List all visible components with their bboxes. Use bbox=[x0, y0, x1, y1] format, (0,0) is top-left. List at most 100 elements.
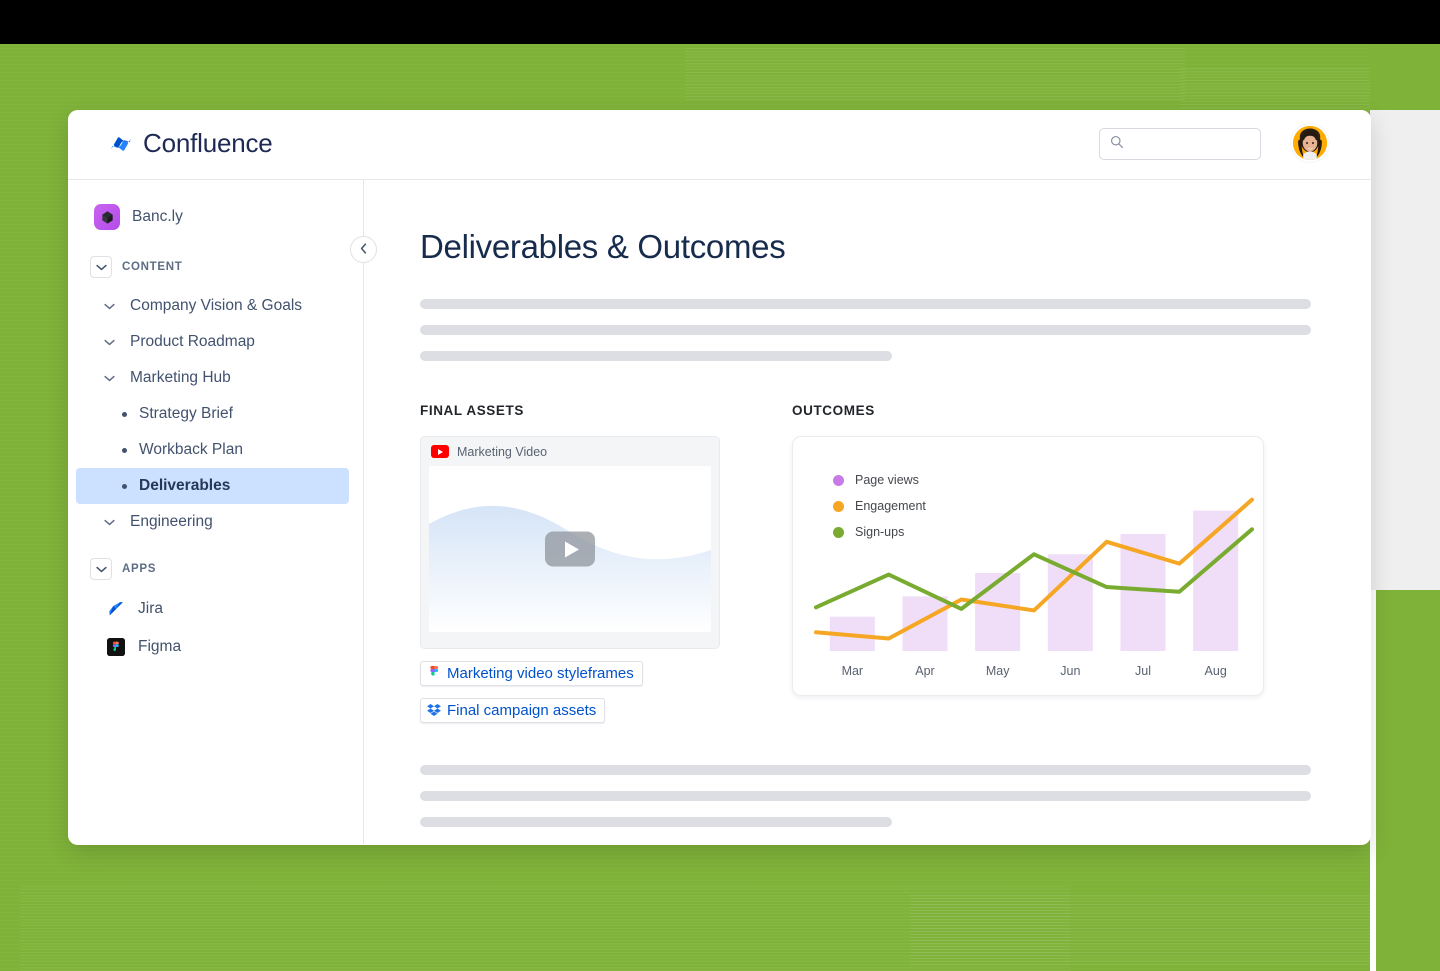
search-input[interactable] bbox=[1130, 136, 1250, 152]
content-columns: FINAL ASSETS Marketing Video Marketing v… bbox=[420, 403, 1311, 723]
legend-swatch bbox=[833, 500, 844, 512]
skeleton-line bbox=[420, 351, 893, 361]
chart-x-tick-label: Apr bbox=[915, 664, 934, 678]
bullet-icon bbox=[122, 483, 127, 489]
link-chip-final-campaign-assets[interactable]: Final campaign assets bbox=[420, 698, 606, 723]
sidebar-item-deliverables[interactable]: Deliverables bbox=[76, 468, 349, 504]
chevron-down-icon[interactable] bbox=[98, 375, 120, 382]
link-chip-marketing-video-styleframes[interactable]: Marketing video styleframes bbox=[420, 661, 643, 686]
final-assets-heading: FINAL ASSETS bbox=[420, 403, 524, 418]
chart-x-tick-label: Jul bbox=[1135, 664, 1151, 678]
background-green-corner bbox=[1376, 590, 1440, 971]
chevron-left-icon bbox=[360, 241, 367, 259]
sidebar-item-workback-plan[interactable]: Workback Plan bbox=[76, 432, 349, 468]
sidebar: Banc.ly CONTENT Company Vision & Goals P… bbox=[68, 180, 377, 844]
sidebar-space-label: Banc.ly bbox=[132, 208, 183, 225]
skeleton-line bbox=[420, 791, 1311, 801]
sidebar-item-marketing-hub[interactable]: Marketing Hub bbox=[76, 360, 349, 396]
outro-skeleton-text bbox=[420, 765, 1311, 827]
background-accent-block-d bbox=[910, 895, 1370, 965]
chart-legend: Page views Engagement Sign-ups bbox=[833, 473, 926, 551]
sidebar-section-apps[interactable]: APPS bbox=[68, 548, 363, 590]
video-title: Marketing Video bbox=[457, 444, 548, 459]
skeleton-line bbox=[420, 765, 1311, 775]
intro-skeleton-text bbox=[420, 299, 1311, 361]
video-thumbnail[interactable] bbox=[429, 466, 711, 632]
search-icon bbox=[1110, 135, 1124, 154]
chart-x-tick-label: Mar bbox=[842, 664, 864, 678]
link-chip-label: Final campaign assets bbox=[447, 702, 597, 719]
sidebar-collapse-button[interactable] bbox=[350, 236, 377, 263]
background-right-strip bbox=[1370, 44, 1440, 110]
outcomes-heading: OUTCOMES bbox=[792, 403, 875, 418]
legend-label: Engagement bbox=[855, 499, 926, 513]
sidebar-item-jira[interactable]: Jira bbox=[76, 590, 349, 628]
chart-bar bbox=[975, 573, 1021, 651]
link-chip-label: Marketing video styleframes bbox=[447, 665, 634, 682]
app-topbar: Confluence bbox=[68, 110, 1371, 180]
figma-icon bbox=[106, 637, 126, 657]
sidebar-item-label: Product Roadmap bbox=[130, 333, 255, 350]
legend-item-signups: Sign-ups bbox=[833, 525, 926, 539]
avatar[interactable] bbox=[1291, 124, 1329, 162]
sidebar-item-engineering[interactable]: Engineering bbox=[76, 504, 349, 540]
page-title: Deliverables & Outcomes bbox=[420, 228, 786, 265]
sidebar-item-label: Deliverables bbox=[139, 477, 231, 494]
chart-bar bbox=[902, 596, 948, 651]
final-assets-column: FINAL ASSETS Marketing Video Marketing v… bbox=[420, 403, 720, 723]
figma-icon bbox=[427, 666, 441, 682]
sidebar-item-company-vision-goals[interactable]: Company Vision & Goals bbox=[76, 288, 349, 324]
play-icon[interactable] bbox=[545, 531, 595, 567]
chevron-down-icon[interactable] bbox=[90, 256, 112, 278]
video-embed-card[interactable]: Marketing Video bbox=[420, 436, 720, 649]
sidebar-item-product-roadmap[interactable]: Product Roadmap bbox=[76, 324, 349, 360]
app-body: Banc.ly CONTENT Company Vision & Goals P… bbox=[68, 180, 1371, 844]
outcomes-chart-card: Page views Engagement Sign-ups Mar Apr M… bbox=[792, 436, 1264, 696]
legend-swatch bbox=[833, 526, 844, 538]
bullet-icon bbox=[122, 411, 127, 417]
chevron-down-icon[interactable] bbox=[98, 303, 120, 310]
background-gray-panel bbox=[1370, 110, 1440, 590]
skeleton-line bbox=[420, 325, 1311, 335]
legend-item-engagement: Engagement bbox=[833, 499, 926, 513]
top-black-bar bbox=[0, 0, 1440, 44]
legend-label: Page views bbox=[855, 473, 919, 487]
search-box[interactable] bbox=[1099, 128, 1261, 160]
sidebar-section-content[interactable]: CONTENT bbox=[68, 246, 363, 288]
page-content: Deliverables & Outcomes FINAL ASSETS Mar… bbox=[364, 180, 1371, 844]
sidebar-item-figma[interactable]: Figma bbox=[76, 628, 349, 666]
jira-icon bbox=[106, 599, 126, 619]
legend-swatch bbox=[833, 474, 844, 486]
video-card-header: Marketing Video bbox=[421, 437, 719, 466]
legend-item-page-views: Page views bbox=[833, 473, 926, 487]
sidebar-item-strategy-brief[interactable]: Strategy Brief bbox=[76, 396, 349, 432]
skeleton-line bbox=[420, 299, 1311, 309]
skeleton-line bbox=[420, 817, 893, 827]
app-name: Confluence bbox=[143, 128, 273, 158]
chart-x-tick-label: Aug bbox=[1205, 664, 1227, 678]
legend-label: Sign-ups bbox=[855, 525, 905, 539]
outcomes-column: OUTCOMES Page views Engagement Sign-ups … bbox=[792, 403, 1311, 723]
app-window: Confluence Banc.ly CONTENT Company Visio… bbox=[68, 110, 1371, 845]
background-accent-block-a bbox=[685, 48, 1185, 100]
sidebar-item-label: Marketing Hub bbox=[130, 369, 231, 386]
sidebar-space[interactable]: Banc.ly bbox=[68, 196, 363, 238]
chevron-down-icon[interactable] bbox=[90, 558, 112, 580]
youtube-icon bbox=[431, 445, 449, 458]
sidebar-section-apps-label: APPS bbox=[122, 563, 157, 575]
chevron-down-icon[interactable] bbox=[98, 339, 120, 346]
sidebar-item-label: Jira bbox=[138, 600, 163, 617]
app-logo[interactable]: Confluence bbox=[108, 128, 273, 159]
dropbox-icon bbox=[427, 703, 441, 719]
sidebar-item-label: Strategy Brief bbox=[139, 405, 233, 422]
bullet-icon bbox=[122, 447, 127, 453]
confluence-logo-icon bbox=[108, 131, 134, 157]
bancly-space-icon bbox=[94, 204, 120, 230]
sidebar-item-label: Company Vision & Goals bbox=[130, 297, 303, 314]
chart-x-tick-label: May bbox=[986, 664, 1010, 678]
sidebar-item-label: Workback Plan bbox=[139, 441, 243, 458]
chart-x-tick-label: Jun bbox=[1060, 664, 1080, 678]
sidebar-item-label: Figma bbox=[138, 638, 182, 655]
sidebar-section-content-label: CONTENT bbox=[122, 261, 183, 273]
chevron-down-icon[interactable] bbox=[98, 519, 120, 526]
